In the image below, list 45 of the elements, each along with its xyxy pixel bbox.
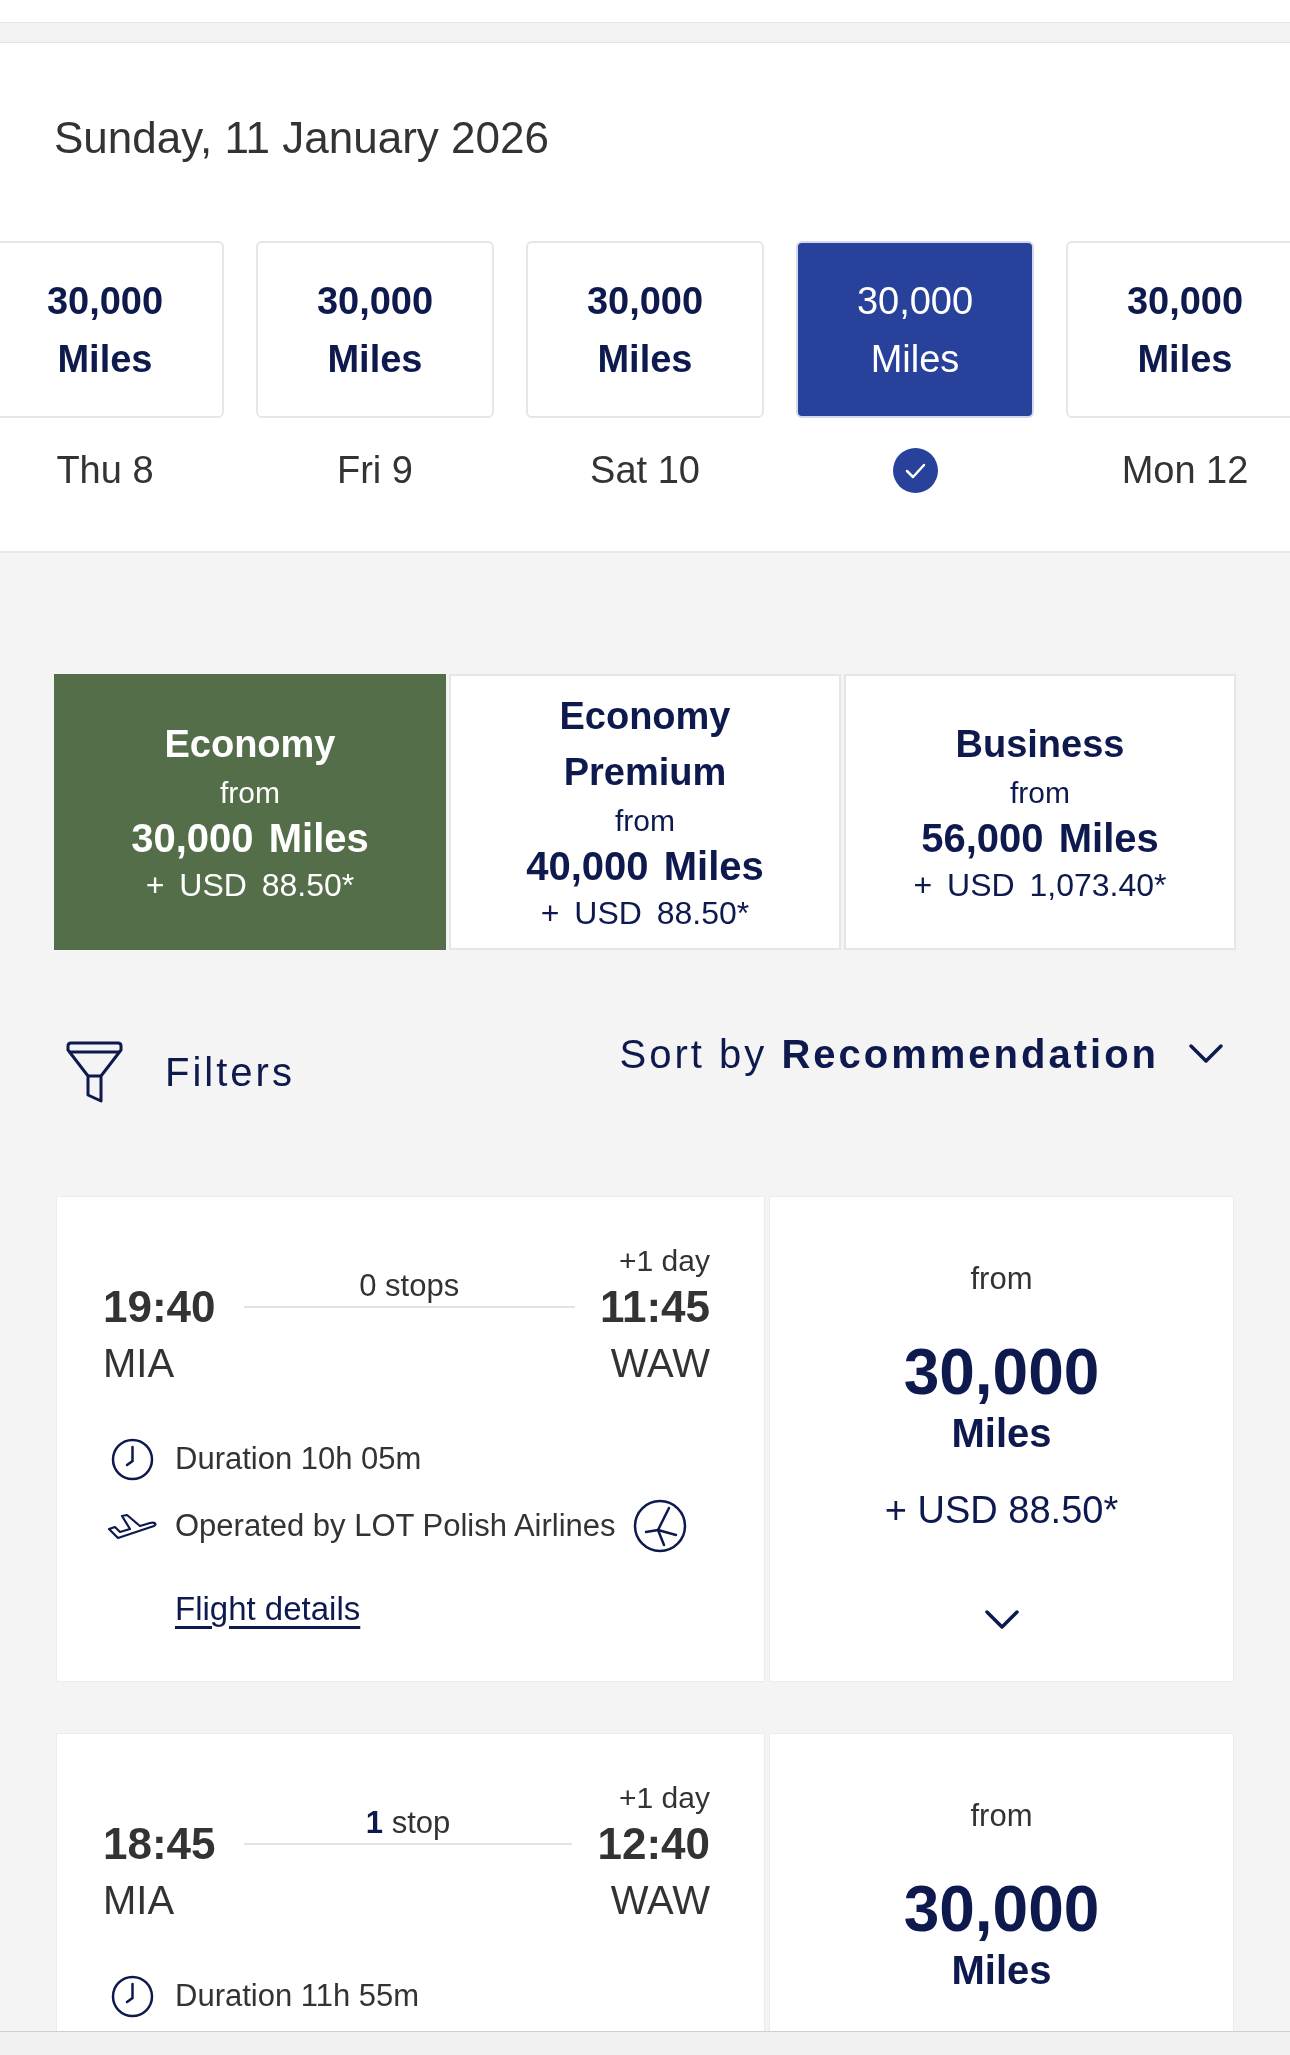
airport-code: WAW — [610, 1877, 710, 1924]
chevron-down-icon[interactable] — [1188, 1043, 1224, 1065]
fare-from-label: from — [970, 1797, 1033, 1835]
stops-label: 1 stop — [365, 1804, 451, 1842]
clock-icon — [110, 1437, 154, 1481]
flight-details-link[interactable]: Flight details — [175, 1587, 361, 1631]
airport-code: MIA — [103, 1877, 175, 1924]
arrival-time: 11:45 — [599, 1281, 710, 1333]
check-circle-icon — [892, 447, 938, 493]
duration-text: Duration 10h 05m — [175, 1440, 422, 1478]
date-label: Fri 9 — [337, 448, 413, 493]
cabin-tab[interactable]: Economy Premium from 40,000 Miles + USD 88.50* — [449, 674, 841, 950]
duration-text: Duration 11h 55m — [175, 1977, 420, 2015]
sort-dropdown[interactable]: Sort by Recommendation — [619, 1029, 1224, 1079]
fare-from-label: from — [970, 1260, 1033, 1298]
airport-code: WAW — [610, 1340, 710, 1387]
clock-icon — [110, 1974, 154, 2018]
date-label: Sat 10 — [590, 448, 700, 493]
fare-unit: Miles — [951, 1410, 1052, 1457]
cabin-tab[interactable]: Business from 56,000 Miles + USD 1,073.40* — [844, 674, 1236, 950]
bird-emblem-icon — [632, 1499, 687, 1553]
fare-miles: 30,000 — [903, 1873, 1100, 1945]
day-offset: +1 day — [619, 1243, 710, 1279]
departure-time: 18:45 — [103, 1818, 216, 1870]
operator-text: Operated by LOT Polish Airlines — [175, 1507, 616, 1545]
date-label: Thu 8 — [56, 448, 154, 493]
date-label: Mon 12 — [1121, 448, 1249, 493]
date-tab[interactable]: 30,000 Miles — [796, 241, 1034, 418]
chevron-down-icon[interactable] — [983, 1609, 1020, 1631]
date-tab[interactable]: 30,000 Miles — [1066, 241, 1290, 418]
date-tab[interactable]: 30,000 Miles — [526, 241, 764, 418]
date-tab[interactable]: 30,000 Miles — [0, 241, 224, 418]
fare-price: + USD 88.50* — [884, 1488, 1119, 1533]
funnel-icon — [66, 1041, 123, 1103]
filters-button[interactable]: Filters — [66, 1041, 295, 1103]
fare-unit: Miles — [951, 1947, 1052, 1994]
date-heading: Sunday, 11 January 2026 — [54, 112, 550, 164]
airport-code: MIA — [103, 1340, 175, 1387]
day-offset: +1 day — [619, 1780, 710, 1816]
arrival-time: 12:40 — [597, 1818, 710, 1870]
fare-miles: 30,000 — [903, 1336, 1100, 1408]
departure-time: 19:40 — [103, 1281, 216, 1333]
cabin-tab[interactable]: Economy from 30,000 Miles + USD 88.50* — [54, 674, 446, 950]
stops-label: 0 stops — [359, 1267, 460, 1305]
date-tab[interactable]: 30,000 Miles — [256, 241, 494, 418]
